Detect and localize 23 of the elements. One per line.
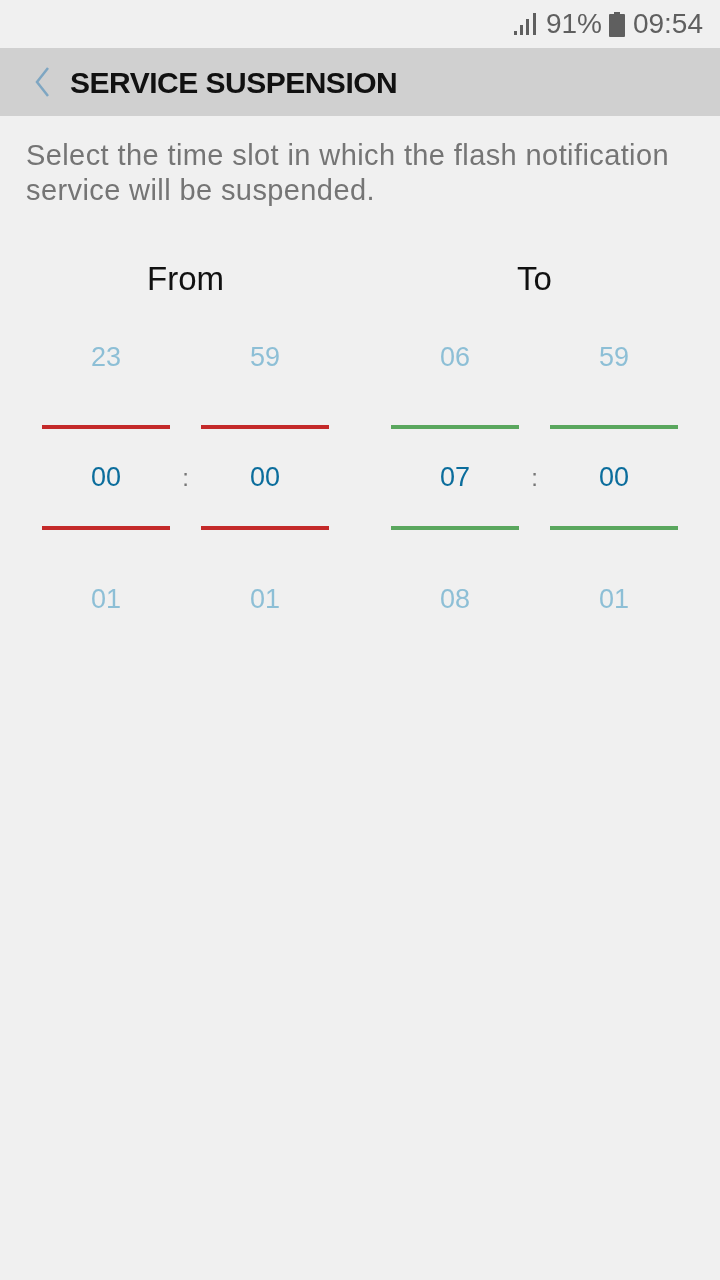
clock-time: 09:54 (632, 10, 703, 38)
wheel-number[interactable]: 01 (249, 578, 280, 620)
screen-title: SERVICE SUSPENSION (70, 64, 398, 101)
colon-separator: : (182, 463, 189, 493)
wheel-number[interactable]: 06 (439, 336, 470, 378)
wheel-number[interactable]: 23 (90, 336, 121, 378)
colon-separator: : (531, 463, 538, 493)
selected-number[interactable]: 07 (439, 457, 470, 498)
battery-icon (608, 11, 625, 37)
chevron-left-icon (34, 66, 50, 98)
wheel-number[interactable]: 59 (598, 336, 629, 378)
picker-label: To (517, 260, 552, 298)
picker-label: From (147, 260, 224, 298)
wheel-number[interactable]: 59 (249, 336, 280, 378)
selected-number[interactable]: 00 (598, 457, 629, 498)
description-text: Select the time slot in which the flash notification service will be suspended. (26, 138, 670, 208)
wheel-number[interactable]: 08 (439, 578, 470, 620)
selected-number[interactable]: 00 (90, 457, 121, 498)
selected-number[interactable]: 00 (249, 457, 280, 498)
battery-percentage: 91% (545, 10, 602, 38)
wheel-number[interactable]: 01 (598, 578, 629, 620)
wheel-number[interactable]: 01 (90, 578, 121, 620)
signal-icon (513, 13, 536, 35)
